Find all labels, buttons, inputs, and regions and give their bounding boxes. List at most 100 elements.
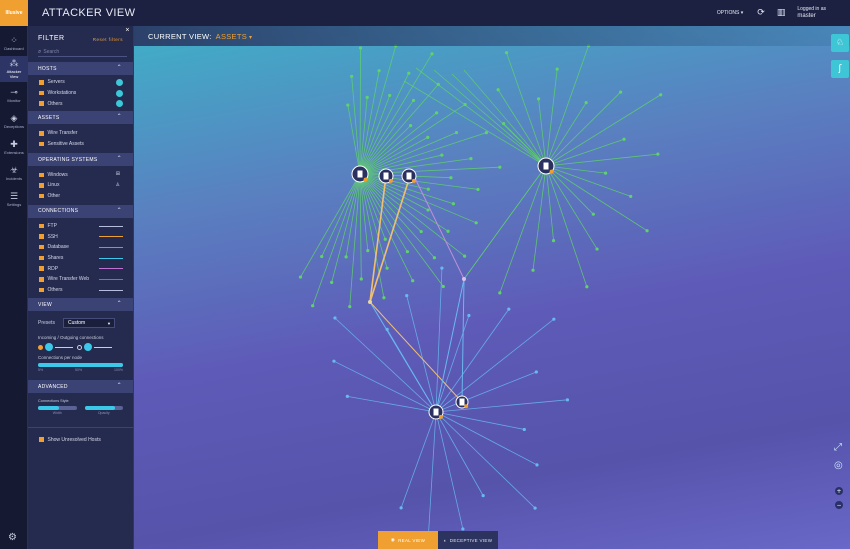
checkbox[interactable]	[39, 101, 44, 106]
hub3-leaf-node	[467, 313, 471, 318]
checkbox[interactable]	[39, 287, 44, 293]
filter-sensitive-assets[interactable]: Sensitive Assets	[28, 139, 133, 150]
checkbox[interactable]	[39, 131, 44, 136]
filter-windows[interactable]: Windows ⊞	[28, 169, 133, 180]
outgoing-toggle[interactable]	[84, 343, 92, 352]
others-line-swatch	[99, 289, 123, 291]
checkbox[interactable]	[39, 244, 44, 250]
filter-database[interactable]: Database	[28, 242, 133, 253]
rail-item-attacker-view[interactable]: ⁂ Attacker View	[0, 56, 28, 82]
close-icon[interactable]: ×	[125, 27, 130, 34]
checkbox[interactable]	[39, 234, 44, 239]
presets-label: Presets	[38, 320, 55, 327]
filter-workstations[interactable]: Workstations	[28, 88, 133, 99]
filter-wire-transfer[interactable]: Wire Transfer	[28, 128, 133, 139]
alert-bell-icon[interactable]: ♘	[831, 34, 849, 52]
filter-servers[interactable]: Servers	[28, 77, 133, 88]
opacity-slider[interactable]	[84, 406, 123, 411]
search-field[interactable]: ⌕ Search	[38, 48, 127, 57]
filter-others[interactable]: Others	[28, 98, 133, 109]
hub1-leaf-node	[411, 98, 416, 103]
rail-item-extensions[interactable]: ✚ Extensions	[0, 134, 28, 160]
bar-chart-icon[interactable]: ▥	[777, 8, 786, 18]
target-icon[interactable]: ◎	[834, 460, 843, 471]
illusive-logo[interactable]: Illusive	[0, 0, 28, 26]
hub1-leaf-node	[348, 305, 352, 309]
checkbox[interactable]	[39, 90, 44, 96]
filter-ssh[interactable]: SSH	[28, 231, 133, 242]
hub1-edge	[359, 73, 410, 175]
checkbox[interactable]	[39, 172, 44, 178]
rdp-line-swatch	[99, 268, 123, 270]
checkbox[interactable]	[39, 193, 44, 199]
rail-item-incidents[interactable]: ☣ Incidents	[0, 160, 28, 186]
checkbox[interactable]	[39, 437, 44, 442]
tab-deceptive-view[interactable]: ◐ DECEPTIVE VIEW	[438, 531, 498, 549]
refresh-icon[interactable]: ⟳	[757, 8, 765, 18]
hub1-leaf-node	[320, 254, 324, 259]
section-connections[interactable]: CONNECTIONS ⌃	[28, 204, 133, 218]
presets-select[interactable]: Custom ▼	[62, 318, 115, 329]
attack-graph-canvas[interactable]: CURRENT VIEW: ASSETS ▾ ♘ ʃ ⤢ ◎ + −	[134, 26, 850, 549]
filter-ftp[interactable]: FTP	[28, 221, 133, 232]
reset-filters-link[interactable]: Reset filters	[93, 37, 123, 42]
hub3-leaf-node	[534, 370, 538, 374]
row-label: Show Unresolved Hosts	[47, 436, 101, 443]
hub2-edge	[545, 165, 648, 232]
checkbox[interactable]	[39, 223, 44, 229]
hub1-edge	[359, 45, 397, 175]
checkbox[interactable]	[39, 255, 44, 261]
junction-node	[462, 277, 466, 281]
checkbox[interactable]	[39, 277, 44, 282]
filter-rdp[interactable]: RDP	[28, 263, 133, 274]
filter-wire-transfer-web[interactable]: Wire Transfer Web	[28, 274, 133, 285]
section-assets[interactable]: ASSETS ⌃	[28, 111, 133, 125]
checkbox[interactable]	[39, 183, 44, 188]
connections-per-node-slider[interactable]	[38, 363, 123, 368]
hub1-leaf-node	[426, 208, 430, 212]
expand-icon[interactable]: ⤢	[834, 442, 842, 453]
section-operating-systems[interactable]: OPERATING SYSTEMS ⌃	[28, 153, 133, 167]
chevron-up-icon: ⌃	[116, 64, 122, 71]
filter-show-unresolved[interactable]: Show Unresolved Hosts	[28, 434, 133, 445]
top-header: ATTACKER VIEW OPTIONS ▾ ⟳ ▥ Logged in as…	[28, 0, 850, 26]
rail-item-deceptions[interactable]: ◈ Deceptions	[0, 108, 28, 134]
zoom-in-icon[interactable]: +	[835, 487, 843, 495]
zoom-out-icon[interactable]: −	[835, 501, 843, 509]
gear-icon[interactable]: ⚙	[8, 532, 17, 543]
filter-shares[interactable]: Shares	[28, 253, 133, 264]
connections-list: FTP SSH Database Shares RDP Wire Transfe…	[28, 218, 133, 299]
incoming-toggle[interactable]	[45, 343, 53, 352]
network-graph[interactable]	[134, 26, 850, 549]
rail-item-dashboard[interactable]: ⁘ Dashboard	[0, 30, 28, 56]
hub1-leaf-node	[358, 46, 363, 50]
incoming-radio[interactable]	[38, 344, 43, 350]
hub2-leaf-node	[531, 268, 535, 272]
workstation-type-icon	[116, 89, 123, 97]
checkbox[interactable]	[39, 80, 44, 85]
view-settings: Presets Custom ▼ Incoming / Outgoing conn…	[28, 311, 133, 372]
checkbox[interactable]	[39, 141, 44, 147]
user-info[interactable]: Logged in as master	[797, 6, 826, 20]
width-slider[interactable]	[38, 406, 77, 411]
hub2-leaf-node	[656, 152, 660, 156]
section-advanced[interactable]: ADVANCED ⌃	[28, 380, 133, 394]
route-icon[interactable]: ʃ	[831, 60, 849, 78]
current-view[interactable]: CURRENT VIEW: ASSETS ▾	[148, 32, 252, 41]
rail-item-settings[interactable]: ☰ Settings	[0, 186, 28, 212]
hub1-leaf-node	[451, 202, 455, 206]
hub1-leaf-node	[463, 254, 467, 258]
rail-item-monitor[interactable]: ⊸ Monitor	[0, 82, 28, 108]
section-view[interactable]: VIEW ⌃	[28, 298, 133, 312]
section-title: ADVANCED	[38, 383, 68, 390]
outgoing-radio[interactable]	[77, 344, 82, 350]
tab-real-view[interactable]: ◉ REAL VIEW	[378, 531, 438, 549]
filter-other-os[interactable]: Other	[28, 191, 133, 202]
filter-other-connections[interactable]: Others	[28, 285, 133, 296]
checkbox[interactable]	[39, 266, 44, 271]
options-menu[interactable]: OPTIONS ▾	[717, 10, 743, 16]
filter-linux[interactable]: Linux ♙	[28, 180, 133, 191]
section-hosts[interactable]: HOSTS ⌃	[28, 62, 133, 75]
chevron-up-icon: ⌃	[116, 113, 122, 121]
hub1-leaf-node	[419, 229, 423, 234]
